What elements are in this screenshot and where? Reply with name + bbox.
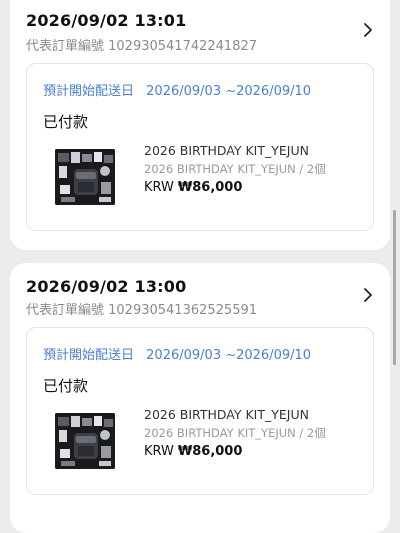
delivery-range: 2026/09/03 ~2026/09/10 <box>146 84 312 99</box>
product-option: 2026 BIRTHDAY KIT_YEJUN / 2個 <box>144 162 326 176</box>
order-card[interactable]: 2026/09/02 13:00 代表訂單編號 1029305413625255… <box>10 263 390 533</box>
payment-status: 已付款 <box>43 377 89 395</box>
order-item-box[interactable]: 預計開始配送日 2026/09/03 ~2026/09/10 已付款 2026 … <box>26 327 374 495</box>
chevron-right-icon[interactable] <box>360 287 376 303</box>
order-date: 2026/09/02 13:01 <box>26 11 187 30</box>
delivery-label: 預計開始配送日 <box>43 348 135 363</box>
order-number: 代表訂單編號 102930541362525591 <box>26 303 258 318</box>
price-value: ₩86,000 <box>177 180 243 195</box>
product-name: 2026 BIRTHDAY KIT_YEJUN <box>144 407 309 422</box>
price-value: ₩86,000 <box>177 444 243 459</box>
delivery-info: 預計開始配送日 2026/09/03 ~2026/09/10 <box>43 80 311 99</box>
delivery-range: 2026/09/03 ~2026/09/10 <box>146 348 312 363</box>
order-date: 2026/09/02 13:00 <box>26 277 187 296</box>
product-price: KRW ₩86,000 <box>144 180 242 195</box>
product-thumbnail[interactable] <box>55 413 115 469</box>
order-card[interactable]: 2026/09/02 13:01 代表訂單編號 1029305417422418… <box>10 0 390 250</box>
order-item-box[interactable]: 預計開始配送日 2026/09/03 ~2026/09/10 已付款 2026 … <box>26 63 374 231</box>
scrollbar[interactable] <box>393 210 396 365</box>
chevron-right-icon[interactable] <box>360 22 376 38</box>
product-option: 2026 BIRTHDAY KIT_YEJUN / 2個 <box>144 426 326 440</box>
product-name: 2026 BIRTHDAY KIT_YEJUN <box>144 143 309 158</box>
price-currency: KRW <box>144 444 174 459</box>
price-currency: KRW <box>144 180 174 195</box>
order-number: 代表訂單編號 102930541742241827 <box>26 39 258 54</box>
product-price: KRW ₩86,000 <box>144 444 242 459</box>
payment-status: 已付款 <box>43 113 89 131</box>
product-thumbnail[interactable] <box>55 149 115 205</box>
delivery-info: 預計開始配送日 2026/09/03 ~2026/09/10 <box>43 344 311 363</box>
delivery-label: 預計開始配送日 <box>43 84 135 99</box>
